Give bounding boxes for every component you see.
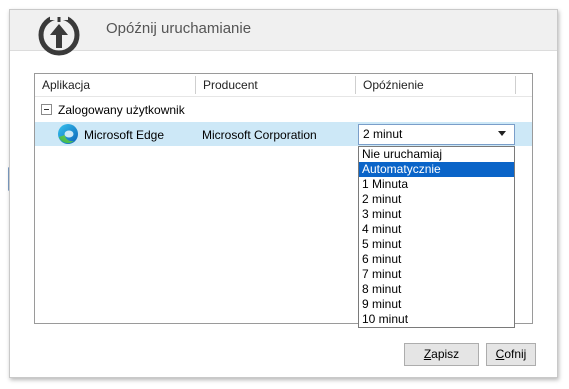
delay-selected-value: 2 minut: [363, 127, 403, 141]
dropdown-option[interactable]: 6 minut: [359, 252, 514, 267]
chevron-down-icon[interactable]: [498, 131, 506, 136]
collapse-toggle-icon[interactable]: [41, 104, 52, 115]
dropdown-option[interactable]: 9 minut: [359, 297, 514, 312]
dialog-header: [10, 10, 557, 51]
dropdown-option[interactable]: 2 minut: [359, 192, 514, 207]
dropdown-option[interactable]: 3 minut: [359, 207, 514, 222]
dropdown-option[interactable]: 5 minut: [359, 237, 514, 252]
column-separator[interactable]: [515, 76, 516, 94]
app-name: Microsoft Edge: [84, 128, 165, 142]
header-divider: [35, 96, 532, 97]
group-label: Zalogowany użytkownik: [58, 103, 185, 117]
dropdown-option[interactable]: 10 minut: [359, 312, 514, 327]
dropdown-option[interactable]: 4 minut: [359, 222, 514, 237]
dropdown-option[interactable]: 8 minut: [359, 282, 514, 297]
dropdown-option[interactable]: 1 Minuta: [359, 177, 514, 192]
window-title: Opóźnij uruchamianie: [106, 20, 252, 37]
save-label: apisz: [431, 347, 460, 361]
column-header-publisher[interactable]: Producent: [196, 74, 354, 96]
column-header-app[interactable]: Aplikacja: [35, 74, 195, 96]
dropdown-option[interactable]: Nie uruchamiaj: [359, 147, 514, 162]
save-button[interactable]: Zapisz: [404, 343, 479, 366]
publisher-name: Microsoft Corporation: [202, 128, 317, 142]
dropdown-option-highlighted[interactable]: Automatycznie: [359, 162, 514, 177]
timer-upload-icon: [38, 14, 80, 56]
dropdown-option[interactable]: 7 minut: [359, 267, 514, 282]
cancel-button[interactable]: Cofnij: [486, 343, 536, 366]
column-header-delay[interactable]: Opóźnienie: [356, 74, 514, 96]
cancel-label: ofnij: [504, 347, 527, 361]
edge-icon: [58, 124, 78, 144]
